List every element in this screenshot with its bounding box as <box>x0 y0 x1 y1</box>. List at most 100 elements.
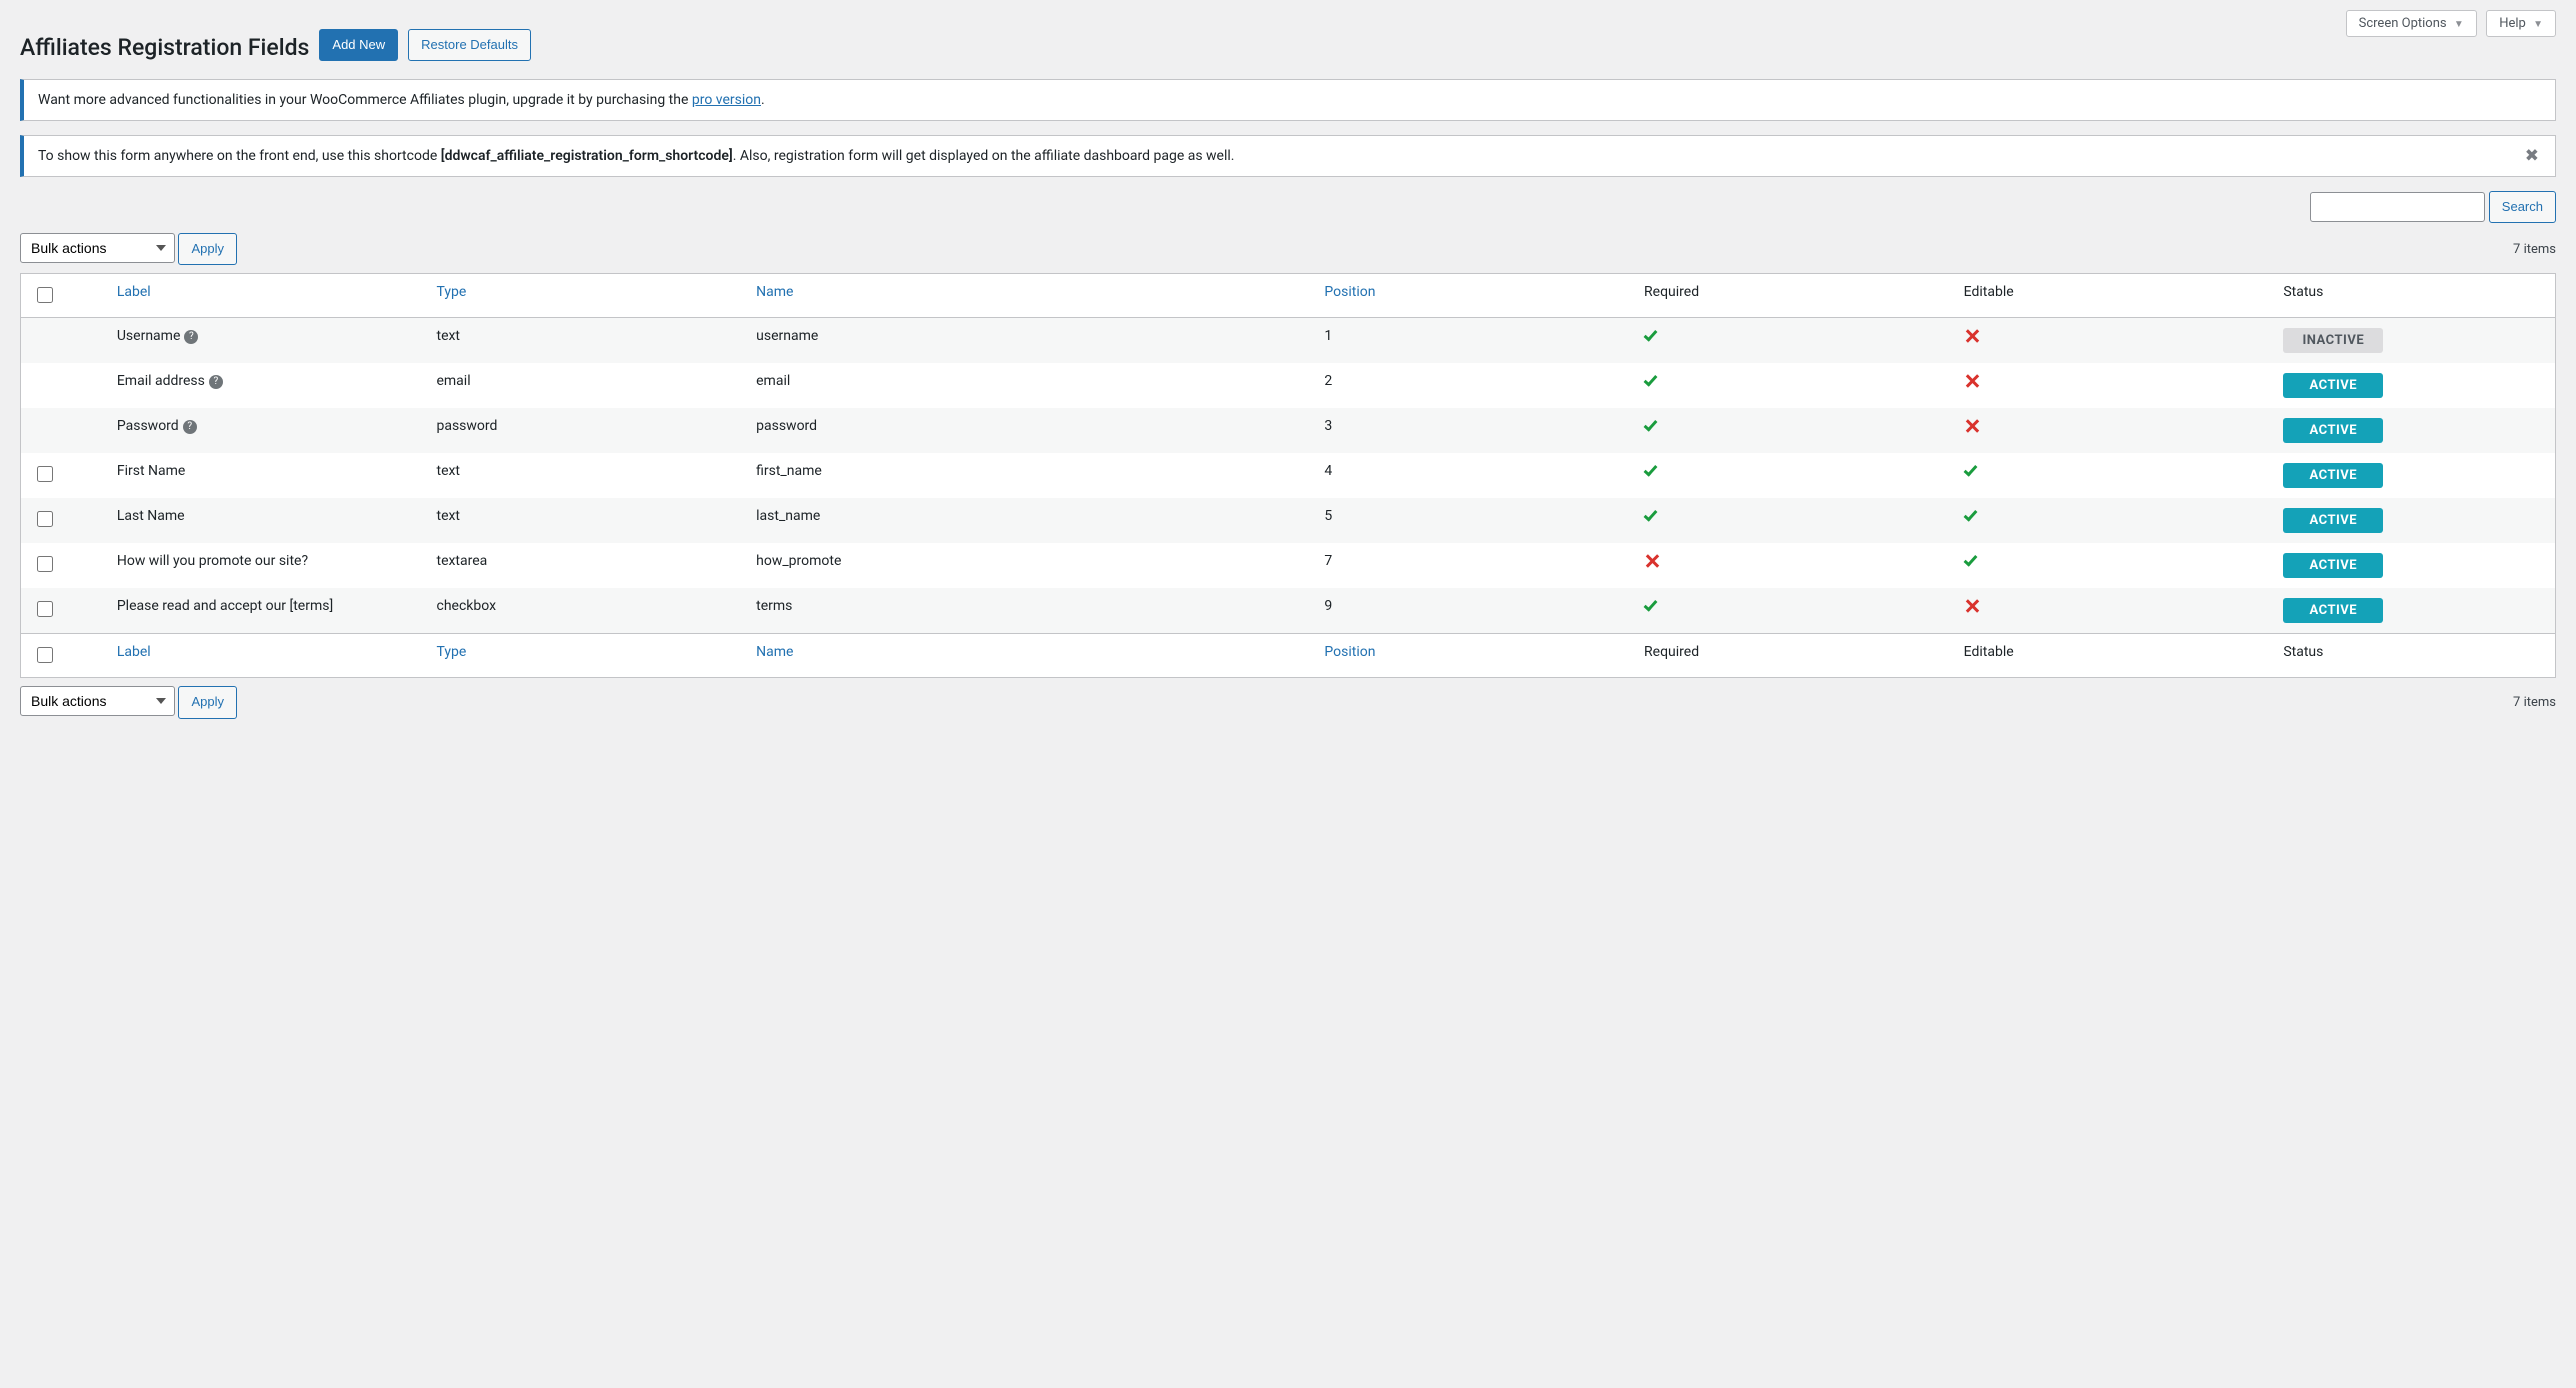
col-editable: Editable <box>1952 274 2272 318</box>
apply-button-bottom[interactable]: Apply <box>178 686 237 718</box>
row-type: text <box>424 453 744 498</box>
row-label: Last Name <box>117 508 185 524</box>
row-name: password <box>744 408 1312 453</box>
col-status-bottom: Status <box>2271 634 2555 678</box>
table-row: Last Name textlast_name5 ACTIVE <box>21 498 2556 543</box>
select-all-checkbox-bottom[interactable] <box>37 647 53 663</box>
help-label: Help <box>2499 16 2526 31</box>
chevron-down-icon: ▼ <box>2454 19 2464 30</box>
row-checkbox[interactable] <box>37 511 53 527</box>
bulk-actions-select-top[interactable]: Bulk actions <box>20 233 175 263</box>
row-name: first_name <box>744 453 1312 498</box>
cross-icon <box>1964 598 1980 614</box>
row-type: password <box>424 408 744 453</box>
row-position: 5 <box>1312 498 1632 543</box>
close-icon: ✖ <box>2525 146 2539 165</box>
page-title: Affiliates Registration Fields <box>20 25 309 65</box>
row-position: 7 <box>1312 543 1632 588</box>
row-label: Username <box>117 328 181 344</box>
row-type: text <box>424 318 744 364</box>
row-checkbox[interactable] <box>37 601 53 617</box>
upgrade-notice-prefix: Want more advanced functionalities in yo… <box>38 92 692 108</box>
row-checkbox[interactable] <box>37 466 53 482</box>
check-icon <box>1644 598 1660 614</box>
row-position: 9 <box>1312 588 1632 634</box>
table-row: Email address?emailemail2ACTIVE <box>21 363 2556 408</box>
col-required-bottom: Required <box>1632 634 1952 678</box>
add-new-button[interactable]: Add New <box>319 29 398 61</box>
dismiss-notice-button[interactable]: ✖ <box>2519 145 2545 167</box>
sort-label-bottom[interactable]: Label <box>117 644 151 660</box>
sort-label[interactable]: Label <box>117 284 151 300</box>
cross-icon <box>1644 553 1660 569</box>
status-badge[interactable]: ACTIVE <box>2283 598 2383 623</box>
row-type: text <box>424 498 744 543</box>
select-all-checkbox-top[interactable] <box>37 287 53 303</box>
status-badge[interactable]: INACTIVE <box>2283 328 2383 353</box>
help-tab[interactable]: Help ▼ <box>2486 10 2556 37</box>
row-position: 3 <box>1312 408 1632 453</box>
screen-options-tab[interactable]: Screen Options ▼ <box>2346 10 2477 37</box>
row-label: First Name <box>117 463 185 479</box>
row-name: terms <box>744 588 1312 634</box>
shortcode-code: [ddwcaf_affiliate_registration_form_shor… <box>441 148 733 164</box>
check-icon <box>1644 463 1660 479</box>
row-label: How will you promote our site? <box>117 553 308 569</box>
shortcode-notice-suffix: . Also, registration form will get displ… <box>733 148 1235 164</box>
items-count-bottom: 7 items <box>2513 695 2556 710</box>
help-icon[interactable]: ? <box>184 330 198 344</box>
status-badge[interactable]: ACTIVE <box>2283 553 2383 578</box>
check-icon <box>1644 418 1660 434</box>
cross-icon <box>1964 328 1980 344</box>
search-input[interactable] <box>2310 192 2485 222</box>
row-label: Email address <box>117 373 205 389</box>
row-name: last_name <box>744 498 1312 543</box>
table-row: Please read and accept our [terms]checkb… <box>21 588 2556 634</box>
col-required: Required <box>1632 274 1952 318</box>
check-icon <box>1644 508 1660 524</box>
pro-version-link[interactable]: pro version <box>692 92 761 108</box>
status-badge[interactable]: ACTIVE <box>2283 508 2383 533</box>
sort-position[interactable]: Position <box>1324 284 1375 300</box>
check-icon <box>1964 463 1980 479</box>
row-position: 2 <box>1312 363 1632 408</box>
row-name: username <box>744 318 1312 364</box>
status-badge[interactable]: ACTIVE <box>2283 418 2383 443</box>
sort-name-bottom[interactable]: Name <box>756 644 793 660</box>
row-name: email <box>744 363 1312 408</box>
status-badge[interactable]: ACTIVE <box>2283 373 2383 398</box>
chevron-down-icon: ▼ <box>2533 19 2543 30</box>
sort-name[interactable]: Name <box>756 284 793 300</box>
row-checkbox[interactable] <box>37 556 53 572</box>
table-row: First Name textfirst_name4 ACTIVE <box>21 453 2556 498</box>
fields-table: Label Type Name Position Required Editab… <box>20 273 2556 678</box>
row-type: textarea <box>424 543 744 588</box>
sort-position-bottom[interactable]: Position <box>1324 644 1375 660</box>
row-label: Please read and accept our [terms] <box>117 598 333 614</box>
row-label: Password <box>117 418 179 434</box>
shortcode-notice: To show this form anywhere on the front … <box>20 135 2556 177</box>
check-icon <box>1964 508 1980 524</box>
screen-options-label: Screen Options <box>2359 16 2447 31</box>
check-icon <box>1644 328 1660 344</box>
help-icon[interactable]: ? <box>209 375 223 389</box>
help-icon[interactable]: ? <box>183 420 197 434</box>
apply-button-top[interactable]: Apply <box>178 233 237 265</box>
row-position: 1 <box>1312 318 1632 364</box>
shortcode-notice-prefix: To show this form anywhere on the front … <box>38 148 441 164</box>
sort-type-bottom[interactable]: Type <box>436 644 466 660</box>
status-badge[interactable]: ACTIVE <box>2283 463 2383 488</box>
cross-icon <box>1964 373 1980 389</box>
search-button[interactable]: Search <box>2489 191 2556 223</box>
restore-defaults-button[interactable]: Restore Defaults <box>408 29 531 61</box>
table-row: How will you promote our site?textareaho… <box>21 543 2556 588</box>
check-icon <box>1644 373 1660 389</box>
sort-type[interactable]: Type <box>436 284 466 300</box>
upgrade-notice: Want more advanced functionalities in yo… <box>20 79 2556 121</box>
upgrade-notice-suffix: . <box>761 92 765 108</box>
check-icon <box>1964 553 1980 569</box>
row-type: email <box>424 363 744 408</box>
bulk-actions-select-bottom[interactable]: Bulk actions <box>20 686 175 716</box>
row-position: 4 <box>1312 453 1632 498</box>
col-status: Status <box>2271 274 2555 318</box>
